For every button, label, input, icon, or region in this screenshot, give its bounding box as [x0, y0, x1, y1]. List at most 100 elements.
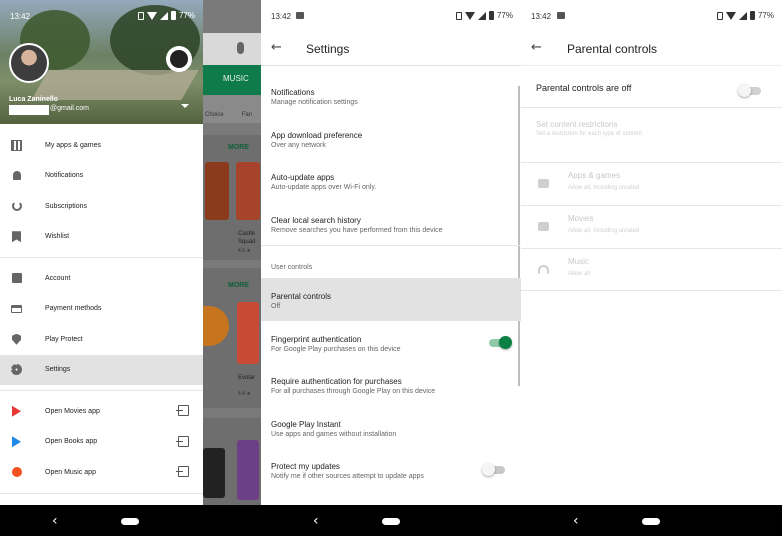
battery-icon: [170, 11, 176, 20]
app-thumbnail[interactable]: [237, 302, 259, 364]
drawer-item-open-music[interactable]: Open Music app: [0, 457, 203, 488]
status-bar: 13:42 77%: [261, 0, 521, 32]
parental-controls-toggle[interactable]: [738, 84, 761, 97]
drawer-item-settings[interactable]: Settings: [0, 354, 203, 385]
drawer-item-label: Play Protect: [45, 335, 83, 343]
secondary-account-avatar[interactable]: [166, 46, 192, 72]
setting-app-download-preference[interactable]: App download preference Over any network: [261, 117, 521, 160]
parental-master-switch-row[interactable]: Parental controls are off: [521, 74, 782, 108]
status-time: 13:42: [10, 12, 31, 21]
settings-screen: 13:42 77% ← Settings Notifications Manage…: [261, 0, 521, 505]
search-bar[interactable]: [203, 33, 261, 65]
divider: [261, 245, 521, 246]
setting-notifications[interactable]: Notifications Manage notification setting…: [261, 74, 521, 117]
nav-back-icon[interactable]: ‹: [313, 513, 319, 529]
back-arrow-icon[interactable]: ←: [531, 40, 542, 55]
tab-music[interactable]: MUSIC: [203, 65, 261, 95]
setting-title: Notifications: [271, 88, 315, 97]
drawer-header: 13:42 77% Luca Zaninello @gmail.com: [0, 0, 203, 124]
drawer-item-open-movies[interactable]: Open Movies app: [0, 396, 203, 427]
status-time: 13:42: [271, 12, 292, 21]
avatar[interactable]: [9, 43, 49, 83]
drawer-item-label: Open Books app: [45, 438, 98, 446]
nav-back-icon[interactable]: ‹: [52, 513, 58, 529]
restriction-music[interactable]: Music Allow all: [521, 248, 782, 291]
page-title: Settings: [306, 42, 350, 56]
nav-home-pill[interactable]: [382, 518, 400, 525]
image-notification-icon: [296, 12, 304, 19]
app-thumbnail[interactable]: [236, 162, 260, 220]
settings-list: Notifications Manage notification setting…: [261, 74, 521, 491]
section-header-user-controls: User controls: [271, 264, 313, 271]
drawer-item-label: Open Music app: [45, 468, 96, 476]
drawer-item-my-apps[interactable]: My apps & games: [0, 130, 203, 161]
setting-auto-update-apps[interactable]: Auto-update apps Auto-update apps over Wi…: [261, 159, 521, 202]
setting-title: Parental controls: [271, 292, 332, 301]
app-thumbnail[interactable]: [237, 440, 259, 500]
category-title: Music: [568, 257, 589, 266]
app-card-row: MORE Evolar 4.4 ★: [203, 268, 261, 408]
app-card-row: [203, 418, 261, 505]
protect-updates-toggle[interactable]: [482, 463, 505, 476]
email-domain: @gmail.com: [50, 105, 90, 112]
account-email: @gmail.com: [9, 105, 89, 115]
restriction-movies[interactable]: Movies Allow all, including unrated: [521, 205, 782, 248]
more-link[interactable]: MORE: [228, 282, 249, 289]
account-switch-chevron-icon[interactable]: [181, 104, 189, 108]
open-external-icon: [176, 466, 189, 477]
setting-fingerprint-authentication[interactable]: Fingerprint authentication For Google Pla…: [261, 321, 521, 364]
drawer-item-account[interactable]: Account: [0, 263, 203, 294]
setting-subtitle: For all purchases through Google Play on…: [271, 388, 436, 395]
chip-fan[interactable]: Fan: [242, 112, 252, 123]
drawer-item-subscriptions[interactable]: Subscriptions: [0, 191, 203, 222]
drawer-item-play-protect[interactable]: Play Protect: [0, 324, 203, 355]
drawer-item-label: Settings: [45, 366, 71, 374]
app-thumbnail[interactable]: [205, 162, 229, 220]
shield-play-icon: [11, 333, 22, 345]
setting-require-authentication[interactable]: Require authentication for purchases For …: [261, 363, 521, 406]
chip-choice[interactable]: Choice: [205, 112, 224, 123]
setting-title: App download preference: [271, 130, 363, 140]
wifi-icon: [146, 11, 157, 20]
mic-icon[interactable]: [237, 42, 244, 54]
signal-icon: [738, 11, 747, 20]
setting-clear-search-history[interactable]: Clear local search history Remove searche…: [261, 202, 521, 245]
parental-controls-screen: 13:42 77% ← Parental controls Parental c…: [521, 0, 782, 505]
setting-subtitle: Auto-update apps over Wi-Fi only.: [271, 184, 377, 191]
drawer-item-wishlist[interactable]: Wishlist: [0, 222, 203, 253]
setting-protect-my-updates[interactable]: Protect my updates Notify me if other sou…: [261, 448, 521, 491]
drawer-item-payment-methods[interactable]: Payment methods: [0, 294, 203, 325]
category-subtitle: Allow all, including unrated: [568, 228, 640, 234]
app-bar: ← Settings: [261, 32, 521, 66]
nav-home-pill[interactable]: [121, 518, 139, 525]
app-thumbnail[interactable]: [203, 448, 225, 498]
fingerprint-toggle[interactable]: [489, 335, 512, 349]
vibrate-icon: [455, 11, 462, 20]
nav-back-icon[interactable]: ‹: [573, 513, 579, 529]
battery-percent: 77%: [757, 11, 774, 20]
status-bar: 13:42 77%: [0, 0, 203, 32]
page-title: Parental controls: [567, 42, 658, 56]
app-rating: 4.4 ★: [238, 391, 251, 397]
drawer-item-notifications[interactable]: Notifications: [0, 161, 203, 192]
restriction-apps-games[interactable]: Apps & games Allow all, including unrate…: [521, 162, 782, 205]
setting-subtitle: Over any network: [271, 141, 326, 149]
setting-google-play-instant[interactable]: Google Play Instant Use apps and games wi…: [261, 406, 521, 449]
setting-subtitle: For Google Play purchases on this device: [271, 345, 401, 353]
more-link[interactable]: MORE: [228, 144, 249, 151]
system-nav-bar: ‹: [261, 505, 521, 536]
nav-home-pill[interactable]: [642, 518, 660, 525]
divider: [0, 492, 203, 494]
master-switch-label: Parental controls are off: [536, 83, 632, 93]
setting-subtitle: Remove searches you have performed from …: [271, 226, 443, 234]
content-restrictions-header: Set content restrictions Set a restricti…: [536, 120, 642, 137]
setting-parental-controls[interactable]: Parental controls Off: [261, 278, 521, 321]
back-arrow-icon[interactable]: ←: [271, 40, 282, 55]
battery-icon: [488, 11, 494, 20]
drawer-item-open-books[interactable]: Open Books app: [0, 427, 203, 458]
app-thumbnail[interactable]: [203, 306, 229, 346]
system-nav-bar: ‹: [0, 505, 261, 536]
signal-icon: [159, 11, 168, 20]
status-time: 13:42: [531, 12, 552, 21]
restrict-title: Set content restrictions: [536, 120, 618, 129]
